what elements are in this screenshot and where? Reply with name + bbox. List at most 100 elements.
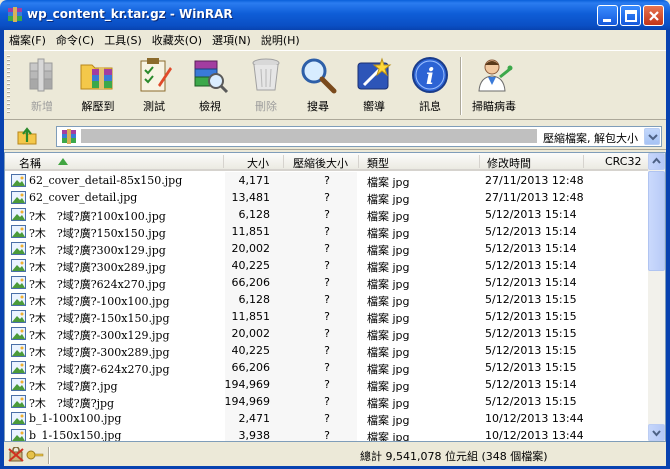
scroll-thumb[interactable] [648, 171, 665, 271]
menu-favorites[interactable]: 收藏夾(O) [147, 32, 207, 48]
file-row[interactable]: 62_cover_detail-85x150.jpg 4,171 ? 檔案 jp… [5, 172, 648, 189]
info-label: 訊息 [419, 100, 441, 113]
info-button[interactable]: i 訊息 [402, 53, 458, 119]
address-combobox[interactable]: 壓縮檔案, 解包大小 [56, 126, 662, 147]
status-separator [48, 447, 50, 464]
file-row[interactable]: ?木 ?域?廣?150x150.jpg 11,851 ? 檔案 jpg 5/12… [5, 223, 648, 240]
file-packed: ? [324, 191, 330, 204]
column-name[interactable]: 名稱 [19, 155, 41, 171]
file-row[interactable]: ?木 ?域?廣?-150x150.jpg 11,851 ? 檔案 jpg 5/1… [5, 308, 648, 325]
file-row[interactable]: ?木 ?域?廣?-300x289.jpg 40,225 ? 檔案 jpg 5/1… [5, 342, 648, 359]
column-size[interactable]: 大小 [247, 155, 269, 171]
column-type[interactable]: 類型 [367, 155, 389, 171]
file-row[interactable]: b_1-100x100.jpg 2,471 ? 檔案 jpg 10/12/201… [5, 410, 648, 427]
file-row[interactable]: ?木 ?域?廣?-100x100.jpg 6,128 ? 檔案 jpg 5/12… [5, 291, 648, 308]
file-name: 62_cover_detail-85x150.jpg [29, 174, 183, 187]
file-packed: ? [324, 293, 330, 306]
file-packed: ? [324, 259, 330, 272]
image-file-icon [11, 225, 26, 238]
file-modified: 5/12/2013 15:15 [485, 310, 577, 323]
file-type: 檔案 jpg [367, 210, 410, 223]
svg-text:i: i [426, 64, 434, 90]
test-button[interactable]: 測試 [126, 53, 182, 119]
file-row[interactable]: ?木 ?域?廣?-300x129.jpg 20,002 ? 檔案 jpg 5/1… [5, 325, 648, 342]
column-crc[interactable]: CRC32 [605, 155, 641, 168]
file-type: 檔案 jpg [367, 414, 410, 427]
column-divider[interactable] [283, 155, 284, 168]
lock-key-icon [8, 447, 44, 462]
column-modified[interactable]: 修改時間 [487, 155, 531, 171]
address-path-redacted [81, 129, 537, 143]
file-modified: 5/12/2013 15:15 [485, 293, 577, 306]
column-divider[interactable] [358, 155, 359, 168]
column-divider[interactable] [479, 155, 480, 168]
add-button[interactable]: 新增 [14, 53, 70, 119]
file-list[interactable]: 名稱 大小 壓縮後大小 類型 修改時間 CRC32 62_cover_detai… [4, 152, 666, 442]
file-type: 檔案 jpg [367, 295, 410, 308]
menu-file[interactable]: 檔案(F) [4, 32, 51, 48]
file-packed: ? [324, 344, 330, 357]
file-packed: ? [324, 310, 330, 323]
file-row[interactable]: ?木 ?域?廣?jpg 194,969 ? 檔案 jpg 5/12/2013 1… [5, 393, 648, 410]
wizard-icon [357, 57, 392, 90]
virus-scan-button[interactable]: 掃瞄病毒 [466, 53, 522, 119]
file-row[interactable]: ?木 ?域?廣?300x289.jpg 40,225 ? 檔案 jpg 5/12… [5, 257, 648, 274]
file-row[interactable]: ?木 ?域?廣?-624x270.jpg 66,206 ? 檔案 jpg 5/1… [5, 359, 648, 376]
scroll-down-button[interactable] [648, 424, 665, 441]
status-total: 總計 9,541,078 位元組 (348 個檔案) [360, 450, 548, 463]
file-size: 40,225 [231, 344, 271, 357]
delete-label: 刪除 [255, 100, 277, 113]
file-modified: 27/11/2013 12:48 [485, 191, 584, 204]
toolbar-grip[interactable] [7, 55, 10, 115]
file-type: 檔案 jpg [367, 278, 410, 291]
file-row[interactable]: 62_cover_detail.jpg 13,481 ? 檔案 jpg 27/1… [5, 189, 648, 206]
file-type: 檔案 jpg [367, 431, 410, 442]
file-row[interactable]: ?木 ?域?廣?.jpg 194,969 ? 檔案 jpg 5/12/2013 … [5, 376, 648, 393]
maximize-button[interactable] [620, 5, 641, 26]
scroll-up-button[interactable] [648, 153, 665, 170]
find-button[interactable]: 搜尋 [290, 53, 346, 119]
close-button[interactable] [643, 5, 664, 26]
title-bar[interactable]: wp_content_kr.tar.gz - WinRAR [0, 0, 670, 30]
window-frame-right [666, 30, 670, 469]
extract-button[interactable]: 解壓到 [70, 53, 126, 119]
image-file-icon [11, 242, 26, 255]
menu-commands[interactable]: 命令(C) [51, 32, 99, 48]
file-row[interactable]: ?木 ?域?廣?100x100.jpg 6,128 ? 檔案 jpg 5/12/… [5, 206, 648, 223]
file-row[interactable]: ?木 ?域?廣?624x270.jpg 66,206 ? 檔案 jpg 5/12… [5, 274, 648, 291]
minimize-button[interactable] [597, 5, 618, 26]
file-packed: ? [324, 378, 330, 391]
menu-help[interactable]: 說明(H) [256, 32, 305, 48]
file-name: ?木 ?域?廣?-150x150.jpg [29, 312, 170, 325]
file-size: 194,969 [224, 378, 271, 391]
address-bar: 壓縮檔案, 解包大小 [4, 122, 666, 150]
trash-icon [252, 58, 280, 91]
file-size: 2,471 [238, 412, 271, 425]
image-file-icon [11, 378, 26, 391]
up-folder-button[interactable] [16, 126, 38, 146]
column-divider[interactable] [223, 155, 224, 168]
file-size: 6,128 [238, 208, 271, 221]
vertical-scrollbar[interactable] [648, 153, 665, 441]
column-packed[interactable]: 壓縮後大小 [293, 155, 348, 171]
maximize-icon [625, 10, 637, 22]
view-button[interactable]: 檢視 [182, 53, 238, 119]
wizard-button[interactable]: 嚮導 [346, 53, 402, 119]
file-size: 3,938 [238, 429, 271, 442]
delete-button[interactable]: 刪除 [238, 53, 294, 119]
file-row[interactable]: b_1-150x150.jpg 3,938 ? 檔案 jpg 10/12/201… [5, 427, 648, 442]
column-divider[interactable] [583, 155, 584, 168]
menu-options[interactable]: 選項(N) [207, 32, 256, 48]
menu-tools[interactable]: 工具(S) [99, 32, 147, 48]
file-modified: 5/12/2013 15:14 [485, 378, 577, 391]
image-file-icon [11, 276, 26, 289]
file-name: ?木 ?域?廣?300x289.jpg [29, 261, 166, 274]
file-name: ?木 ?域?廣?300x129.jpg [29, 244, 166, 257]
file-type: 檔案 jpg [367, 244, 410, 257]
file-row[interactable]: ?木 ?域?廣?300x129.jpg 20,002 ? 檔案 jpg 5/12… [5, 240, 648, 257]
address-dropdown-button[interactable] [644, 128, 660, 145]
toolbar-separator [460, 57, 462, 115]
chevron-up-icon [652, 157, 661, 164]
file-name: b_1-150x150.jpg [29, 429, 122, 442]
image-file-icon [11, 208, 26, 221]
